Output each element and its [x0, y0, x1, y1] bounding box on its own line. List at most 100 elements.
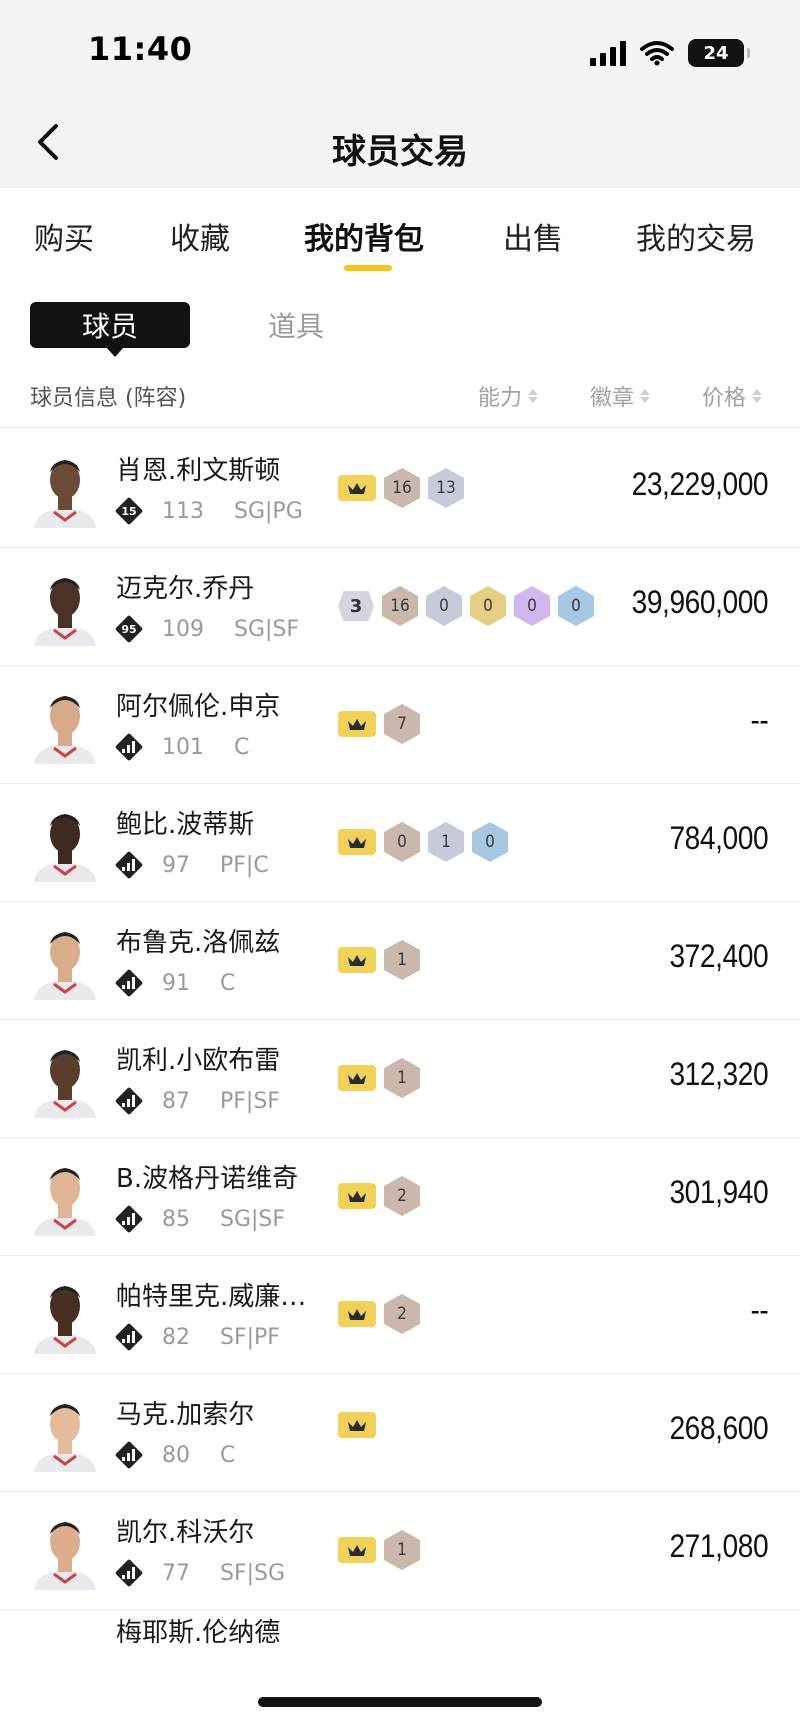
bronze-badge: 1 [384, 1058, 420, 1098]
player-price: 312,320 [669, 1056, 768, 1092]
sort-arrows-icon [528, 389, 539, 403]
sort-arrows-icon [640, 389, 651, 403]
player-position: SG|SF [234, 616, 300, 642]
tier-diamond-icon: 15 [114, 496, 144, 526]
list-item-partial[interactable]: 梅耶斯.伦纳德 [0, 1612, 800, 1652]
player-name: 迈克尔.乔丹 [116, 574, 255, 604]
player-position: C [220, 970, 236, 996]
player-name: B.波格丹诺维奇 [116, 1164, 299, 1194]
player-meta: 80 C [114, 1440, 235, 1470]
header-player-info: 球员信息 (阵容) [30, 386, 187, 411]
player-avatar [34, 1168, 96, 1236]
player-row[interactable]: 阿尔佩伦.申京 101 C 7 -- [0, 666, 800, 784]
bronze-badge: 2 [384, 1294, 420, 1334]
tier-diamond-icon [114, 968, 144, 998]
player-position: PF|C [220, 852, 269, 878]
sort-price[interactable]: 价格 [702, 380, 763, 412]
crown-badge-icon [338, 1183, 376, 1209]
sort-ability[interactable]: 能力 [478, 380, 539, 412]
crown-badge-icon [338, 1065, 376, 1091]
player-position: SG|SF [220, 1206, 286, 1232]
player-row[interactable]: 凯尔.科沃尔 77 SF|SG 1 271,080 [0, 1492, 800, 1610]
player-price: -- [750, 702, 768, 738]
player-name: 布鲁克.洛佩兹 [116, 928, 281, 958]
crown-badge-icon [338, 475, 376, 501]
player-row[interactable]: 肖恩.利文斯顿 15 113 SG|PG 16 13 23,229,000 [0, 430, 800, 548]
badge-list: 2 [338, 1176, 420, 1216]
grade-badge: 3 [338, 591, 374, 621]
sort-badge[interactable]: 徽章 [590, 380, 651, 412]
silver-badge: 0 [426, 586, 462, 626]
tier-diamond-icon [114, 1440, 144, 1470]
badge-list: 1 [338, 940, 420, 980]
player-meta: 85 SG|SF [114, 1204, 285, 1234]
player-price: 268,600 [669, 1410, 768, 1446]
header-badge-label: 徽章 [590, 386, 635, 411]
player-price: 23,229,000 [631, 466, 768, 502]
silver-badge: 13 [428, 468, 464, 508]
purple-badge: 0 [514, 586, 550, 626]
player-row[interactable]: 凯利.小欧布雷 87 PF|SF 1 312,320 [0, 1020, 800, 1138]
tab-my-backpack[interactable]: 我的背包 [304, 214, 424, 258]
tab-buy[interactable]: 购买 [34, 214, 94, 258]
player-row[interactable]: 帕特里克.威廉… 82 SF|PF 2 -- [0, 1256, 800, 1374]
player-row[interactable]: 马克.加索尔 80 C 268,600 [0, 1374, 800, 1492]
badge-list: 1 [338, 1058, 420, 1098]
player-avatar [34, 1522, 96, 1590]
player-name: 凯利.小欧布雷 [116, 1046, 281, 1076]
status-icons: 24 [590, 36, 750, 70]
player-meta: 97 PF|C [114, 850, 269, 880]
player-row[interactable]: 鲍比.波蒂斯 97 PF|C 010 784,000 [0, 784, 800, 902]
bronze-badge: 1 [384, 940, 420, 980]
player-rating: 91 [162, 970, 190, 996]
player-avatar [34, 460, 96, 528]
player-position: C [234, 734, 250, 760]
tab-favorites[interactable]: 收藏 [170, 214, 230, 258]
bronze-badge: 16 [382, 586, 418, 626]
player-meta: 95 109 SG|SF [114, 614, 299, 644]
player-row[interactable]: 布鲁克.洛佩兹 91 C 1 372,400 [0, 902, 800, 1020]
segment-items[interactable]: 道具 [268, 302, 378, 348]
player-meta: 87 PF|SF [114, 1086, 280, 1116]
tab-my-trades[interactable]: 我的交易 [636, 214, 756, 258]
badge-list: 010 [338, 822, 508, 862]
player-price: 271,080 [669, 1528, 768, 1564]
player-avatar [34, 814, 96, 882]
crown-badge-icon [338, 947, 376, 973]
tier-diamond-icon [114, 1204, 144, 1234]
player-avatar [34, 932, 96, 1000]
blue-badge: 0 [472, 822, 508, 862]
segment-players[interactable]: 球员 [30, 302, 190, 357]
player-name: 凯尔.科沃尔 [116, 1518, 255, 1548]
header-price-label: 价格 [702, 386, 747, 411]
cellular-signal-icon [590, 40, 626, 66]
badge-list: 3 16 0 0 0 0 [338, 586, 594, 626]
player-rating: 80 [162, 1442, 190, 1468]
active-tab-indicator [344, 265, 392, 271]
player-name: 阿尔佩伦.申京 [116, 692, 281, 722]
player-price: 301,940 [669, 1174, 768, 1210]
player-rating: 109 [162, 616, 204, 642]
table-header: 球员信息 (阵容) 能力 徽章 价格 [0, 372, 800, 428]
player-rating: 82 [162, 1324, 190, 1350]
player-name: 帕特里克.威廉… [116, 1282, 307, 1312]
tab-sell[interactable]: 出售 [503, 214, 563, 258]
crown-badge-icon [338, 829, 376, 855]
crown-badge-icon [338, 1301, 376, 1327]
bronze-badge: 0 [384, 822, 420, 862]
player-rating: 87 [162, 1088, 190, 1114]
player-avatar [34, 1404, 96, 1472]
home-indicator[interactable] [258, 1697, 542, 1707]
player-row[interactable]: 迈克尔.乔丹 95 109 SG|SF 3 16 0 0 0 0 39,960,000 [0, 548, 800, 666]
player-rating: 97 [162, 852, 190, 878]
wifi-icon [640, 41, 674, 66]
player-rating: 113 [162, 498, 204, 524]
page-title: 球员交易 [332, 132, 468, 172]
player-list: 肖恩.利文斯顿 15 113 SG|PG 16 13 23,229,000 迈克尔… [0, 430, 800, 1610]
player-name: 肖恩.利文斯顿 [116, 456, 281, 486]
player-position: SG|PG [234, 498, 303, 524]
player-row[interactable]: B.波格丹诺维奇 85 SG|SF 2 301,940 [0, 1138, 800, 1256]
crown-badge-icon [338, 1412, 376, 1438]
tier-diamond-icon [114, 1322, 144, 1352]
badge-list: 1 [338, 1530, 420, 1570]
